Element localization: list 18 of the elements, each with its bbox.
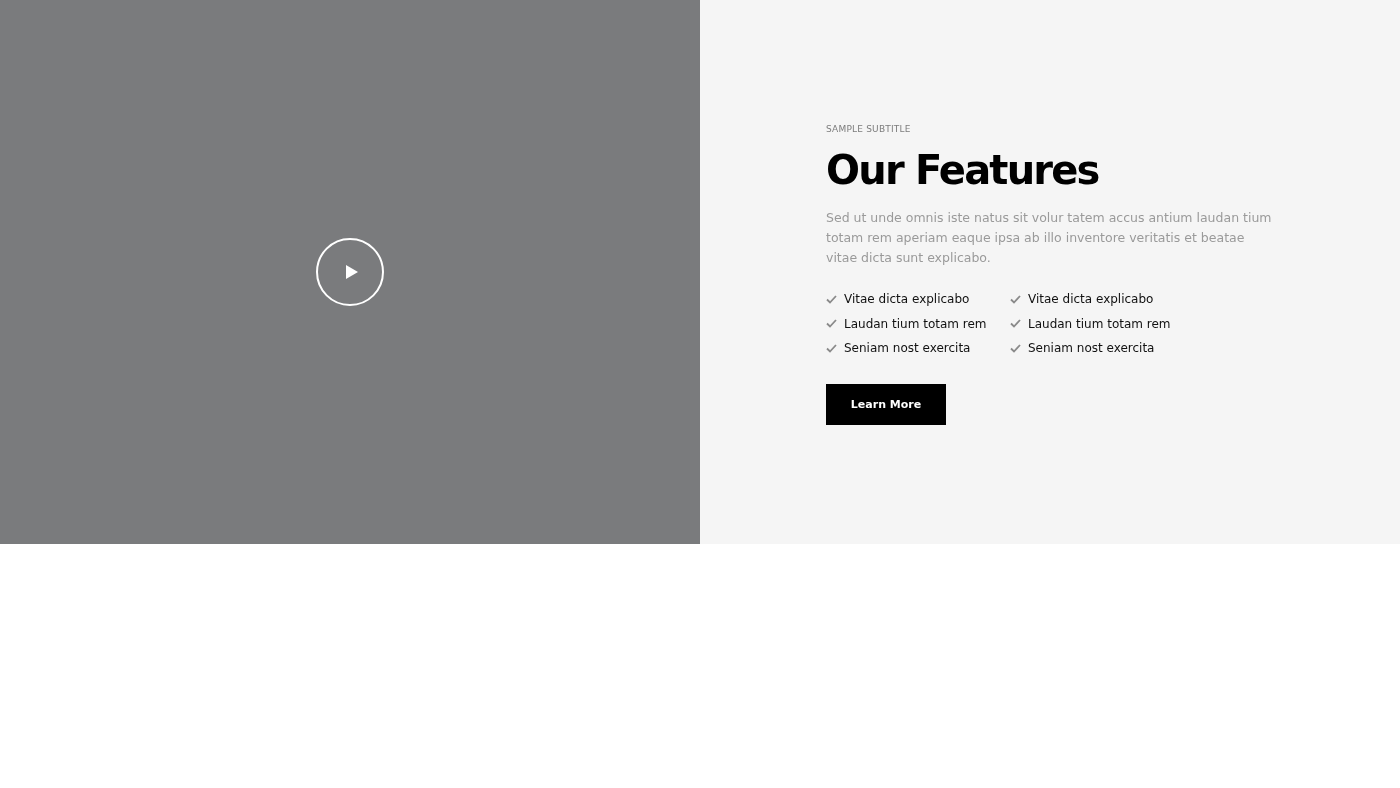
feature-item: Vitae dicta explicabo: [1028, 292, 1154, 307]
feature-item: Laudan tium totam rem: [844, 316, 987, 331]
check-icon: [1010, 319, 1021, 329]
play-icon: [344, 264, 359, 280]
check-icon: [826, 343, 837, 353]
check-icon: [826, 294, 837, 304]
description: Sed ut unde omnis iste natus sit volur tatem accus antium laudan tium totam rem aperiam eaque ipsa ab illo inventore veritatis et beatae vitae dicta sunt explicabo.: [826, 209, 1273, 267]
check-icon: [1010, 294, 1021, 304]
learn-more-button[interactable]: Learn More: [826, 383, 946, 425]
feature-item: Seniam nost exercita: [1028, 341, 1155, 356]
section-title: Our Features: [826, 146, 1100, 194]
play-button[interactable]: [316, 238, 384, 306]
feature-item: Vitae dicta explicabo: [844, 292, 970, 307]
subtitle: SAMPLE SUBTITLE: [826, 124, 912, 134]
check-icon: [1010, 343, 1021, 353]
feature-item: Laudan tium totam rem: [1028, 316, 1171, 331]
feature-item: Seniam nost exercita: [844, 341, 971, 356]
check-icon: [826, 319, 837, 329]
